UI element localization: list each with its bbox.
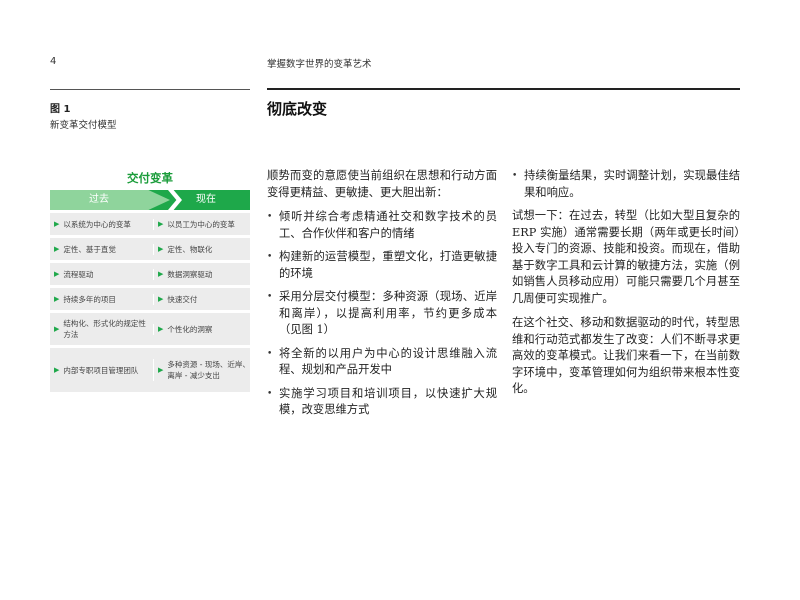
bullet-list: • 倾听并综合考虑精通社交和数字技术的员工、合作伙伴和客户的情绪 • 构建新的运营模…	[267, 209, 497, 419]
bullet-icon: •	[267, 348, 273, 359]
table-row: ▶ 持续多年的项目 ▶ 快速交付	[50, 288, 250, 310]
arrow-right-icon: ▶	[54, 324, 60, 333]
past-cell: ▶ 内部专职项目管理团队	[54, 365, 139, 375]
list-item: • 持续衡量结果，实时调整计划，实现最佳结果和响应。	[512, 169, 740, 199]
arrow-right-icon: ▶	[158, 365, 164, 374]
running-title: 掌握数字世界的变革艺术	[267, 59, 372, 70]
bullet-icon: •	[267, 388, 273, 399]
arrow-right-icon: ▶	[158, 219, 164, 228]
paragraph: 试想一下：在过去，转型（比如大型且复杂的 ERP 实施）通常需要长期（两年或更长…	[512, 209, 740, 305]
arrow-right-icon: ▶	[158, 294, 164, 303]
left-divider	[50, 89, 250, 90]
list-item: • 构建新的运营模型，重塑文化，打造更敏捷的环境	[267, 250, 497, 280]
past-cell: ▶ 结构化、形式化的规定性方法	[54, 319, 146, 339]
past-cell: ▶ 流程驱动	[54, 269, 94, 279]
section-title: 彻底改变	[267, 100, 328, 118]
table-row: ▶ 流程驱动 ▶ 数据洞察驱动	[50, 263, 250, 285]
now-cell: ▶ 定性、物联化	[153, 243, 250, 255]
past-cell: ▶ 以系统为中心的变革	[54, 219, 131, 229]
now-cell: ▶ 多种资源 - 现场、近岸、离岸 - 减少支出	[153, 359, 250, 381]
figure-caption: 新变革交付模型	[50, 120, 117, 131]
arrow-right-icon: ▶	[158, 269, 164, 278]
now-cell: ▶ 快速交付	[153, 293, 250, 305]
bullet-icon: •	[267, 212, 273, 222]
now-cell: ▶ 个性化的洞察	[153, 323, 250, 335]
figure-header: 现在 过去	[50, 190, 250, 210]
past-cell: ▶ 定性、基于直觉	[54, 244, 116, 254]
arrow-right-icon: ▶	[54, 294, 60, 303]
figure-label: 图 1	[50, 104, 71, 115]
table-row: ▶ 结构化、形式化的规定性方法 ▶ 个性化的洞察	[50, 313, 250, 345]
figure-title: 交付变革	[127, 171, 173, 185]
list-item: • 倾听并综合考虑精通社交和数字技术的员工、合作伙伴和客户的情绪	[267, 210, 497, 240]
arrow-right-icon: ▶	[54, 269, 60, 278]
arrow-right-icon: ▶	[158, 244, 164, 253]
body-column-1: 顺势而变的意愿使当前组织在思想和行动方面变得更精益、更敏捷、更大胆出新： • 倾听…	[267, 168, 497, 426]
header-past: 过去	[50, 190, 170, 210]
right-divider	[267, 88, 740, 90]
list-item: • 将全新的以用户为中心的设计思维融入流程、规划和产品开发中	[267, 346, 497, 377]
bullet-icon: •	[267, 252, 273, 262]
bullet-icon: •	[267, 292, 273, 302]
arrow-right-icon: ▶	[54, 244, 60, 253]
now-cell: ▶ 数据洞察驱动	[153, 268, 250, 280]
body-column-2: • 持续衡量结果，实时调整计划，实现最佳结果和响应。 试想一下：在过去，转型（比如…	[512, 168, 740, 406]
paragraph: 在这个社交、移动和数据驱动的时代，转型思维和行动范式都发生了改变：人们不断寻求更…	[512, 316, 740, 395]
list-item: • 实施学习项目和培训项目，以快速扩大规模，改变思维方式	[267, 386, 497, 417]
table-row: ▶ 以系统为中心的变革 ▶ 以员工为中心的变革	[50, 213, 250, 235]
arrow-right-icon: ▶	[54, 365, 60, 374]
page-number: 4	[50, 56, 57, 67]
past-cell: ▶ 持续多年的项目	[54, 294, 116, 304]
bullet-icon: •	[512, 171, 518, 181]
arrow-right-icon: ▶	[158, 324, 164, 333]
list-item: • 采用分层交付模型：多种资源（现场、近岸和离岸），以提高利用率，节约更多成本（见…	[267, 290, 497, 336]
bullet-list: • 持续衡量结果，实时调整计划，实现最佳结果和响应。	[512, 168, 740, 201]
arrow-right-icon: ▶	[54, 219, 60, 228]
table-row: ▶ 定性、基于直觉 ▶ 定性、物联化	[50, 238, 250, 260]
now-cell: ▶ 以员工为中心的变革	[153, 218, 250, 230]
comparison-table: ▶ 以系统为中心的变革 ▶ 以员工为中心的变革 ▶ 定性、基于直觉 ▶ 定性、物联化 ▶…	[50, 213, 250, 395]
intro-paragraph: 顺势而变的意愿使当前组织在思想和行动方面变得更精益、更敏捷、更大胆出新：	[267, 169, 497, 199]
table-row: ▶ 内部专职项目管理团队 ▶ 多种资源 - 现场、近岸、离岸 - 减少支出	[50, 348, 250, 392]
